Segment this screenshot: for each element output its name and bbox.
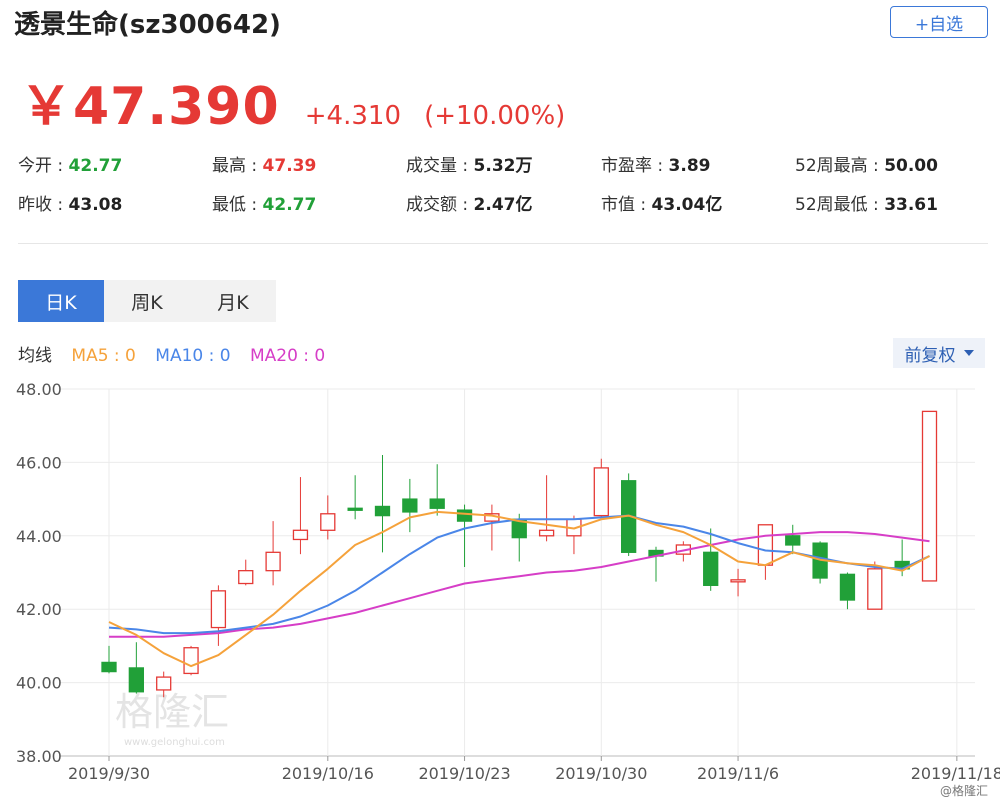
candle-down bbox=[101, 661, 117, 673]
x-tick-label: 2019/11/6 bbox=[697, 764, 779, 783]
tab-weekly-k[interactable]: 周K bbox=[104, 280, 190, 322]
chevron-down-icon bbox=[963, 350, 974, 356]
y-tick-label: 48.00 bbox=[16, 380, 62, 399]
ma-legend-label: 均线 bbox=[18, 346, 52, 366]
watermark-brand: 格隆汇 bbox=[115, 690, 229, 734]
candle-up bbox=[265, 551, 281, 572]
stat-turnover: 成交额 : 2.47亿 bbox=[406, 195, 533, 215]
candle-down bbox=[402, 498, 418, 513]
x-tick-label: 2019/9/30 bbox=[68, 764, 150, 783]
candlestick-chart[interactable]: 格隆汇 www.gelonghui.com 48.00 46.00 44.00 42.… bbox=[0, 370, 1000, 799]
candle-up bbox=[593, 467, 609, 517]
current-price: ￥47.390 bbox=[20, 77, 280, 137]
tab-daily-k[interactable]: 日K bbox=[18, 280, 104, 322]
y-tick-label: 46.00 bbox=[16, 453, 62, 472]
candle-down bbox=[429, 498, 445, 509]
stat-high: 最高 : 47.39 bbox=[212, 156, 317, 176]
candle-down bbox=[785, 535, 801, 546]
stat-pe-ratio: 市盈率 : 3.89 bbox=[601, 156, 711, 176]
candle-down bbox=[347, 507, 363, 511]
candle-down bbox=[703, 551, 719, 586]
ma-legend: 均线 MA5 : 0 MA10 : 0 MA20 : 0 bbox=[18, 341, 339, 366]
candle-up bbox=[730, 579, 746, 583]
x-tick-label: 2019/10/23 bbox=[418, 764, 510, 783]
divider bbox=[18, 243, 988, 244]
x-tick-label: 2019/11/18 bbox=[911, 764, 1000, 783]
watermark: 格隆汇 www.gelonghui.com bbox=[115, 690, 229, 748]
candle-up bbox=[757, 524, 774, 566]
candle-down bbox=[128, 667, 145, 693]
ma20-legend: MA20 : 0 bbox=[249, 346, 326, 366]
candle-down bbox=[456, 509, 473, 522]
stat-52w-low: 52周最低 : 33.61 bbox=[795, 195, 938, 215]
x-tick-label: 2019/10/16 bbox=[282, 764, 374, 783]
adjust-label: 前复权 bbox=[904, 345, 956, 366]
adjust-dropdown[interactable]: 前复权 bbox=[893, 338, 985, 368]
ma10-legend: MA10 : 0 bbox=[155, 346, 231, 366]
price-change-percent: (+10.00%) bbox=[424, 101, 566, 131]
candle-up bbox=[921, 410, 938, 582]
candle-down bbox=[374, 505, 391, 517]
candle-up bbox=[156, 676, 172, 691]
y-tick-label: 40.00 bbox=[16, 674, 62, 693]
stat-market-cap: 市值 : 43.04亿 bbox=[601, 195, 723, 215]
stat-open: 今开 : 42.77 bbox=[18, 156, 123, 176]
candle-up bbox=[292, 529, 309, 541]
candle-up bbox=[238, 570, 254, 585]
y-tick-label: 44.00 bbox=[16, 527, 62, 546]
ma5-legend: MA5 : 0 bbox=[71, 346, 136, 366]
x-tick-label: 2019/10/30 bbox=[555, 764, 647, 783]
tab-monthly-k[interactable]: 月K bbox=[190, 280, 276, 322]
stat-volume: 成交量 : 5.32万 bbox=[406, 156, 533, 176]
price-change: +4.310 bbox=[304, 101, 401, 131]
stat-52w-high: 52周最高 : 50.00 bbox=[795, 156, 938, 176]
stat-low: 最低 : 42.77 bbox=[212, 195, 317, 215]
candle-up bbox=[867, 568, 883, 610]
candle-down bbox=[839, 573, 856, 601]
stat-prev-close: 昨收 : 43.08 bbox=[18, 195, 123, 215]
add-watchlist-button[interactable]: +自选 bbox=[890, 6, 988, 38]
y-tick-label: 42.00 bbox=[16, 600, 62, 619]
candle-up bbox=[210, 590, 227, 629]
candle-up bbox=[320, 513, 336, 531]
corner-watermark: @格隆汇 bbox=[940, 783, 988, 798]
candle-up bbox=[183, 647, 199, 675]
candle-up bbox=[538, 529, 555, 537]
period-tabs: 日K 周K 月K bbox=[18, 280, 276, 322]
y-tick-label: 38.00 bbox=[16, 747, 62, 766]
stock-title: 透景生命(sz300642) bbox=[14, 10, 281, 40]
price-row: ￥47.390 +4.310 (+10.00%) bbox=[20, 64, 566, 137]
watermark-url: www.gelonghui.com bbox=[124, 737, 225, 748]
